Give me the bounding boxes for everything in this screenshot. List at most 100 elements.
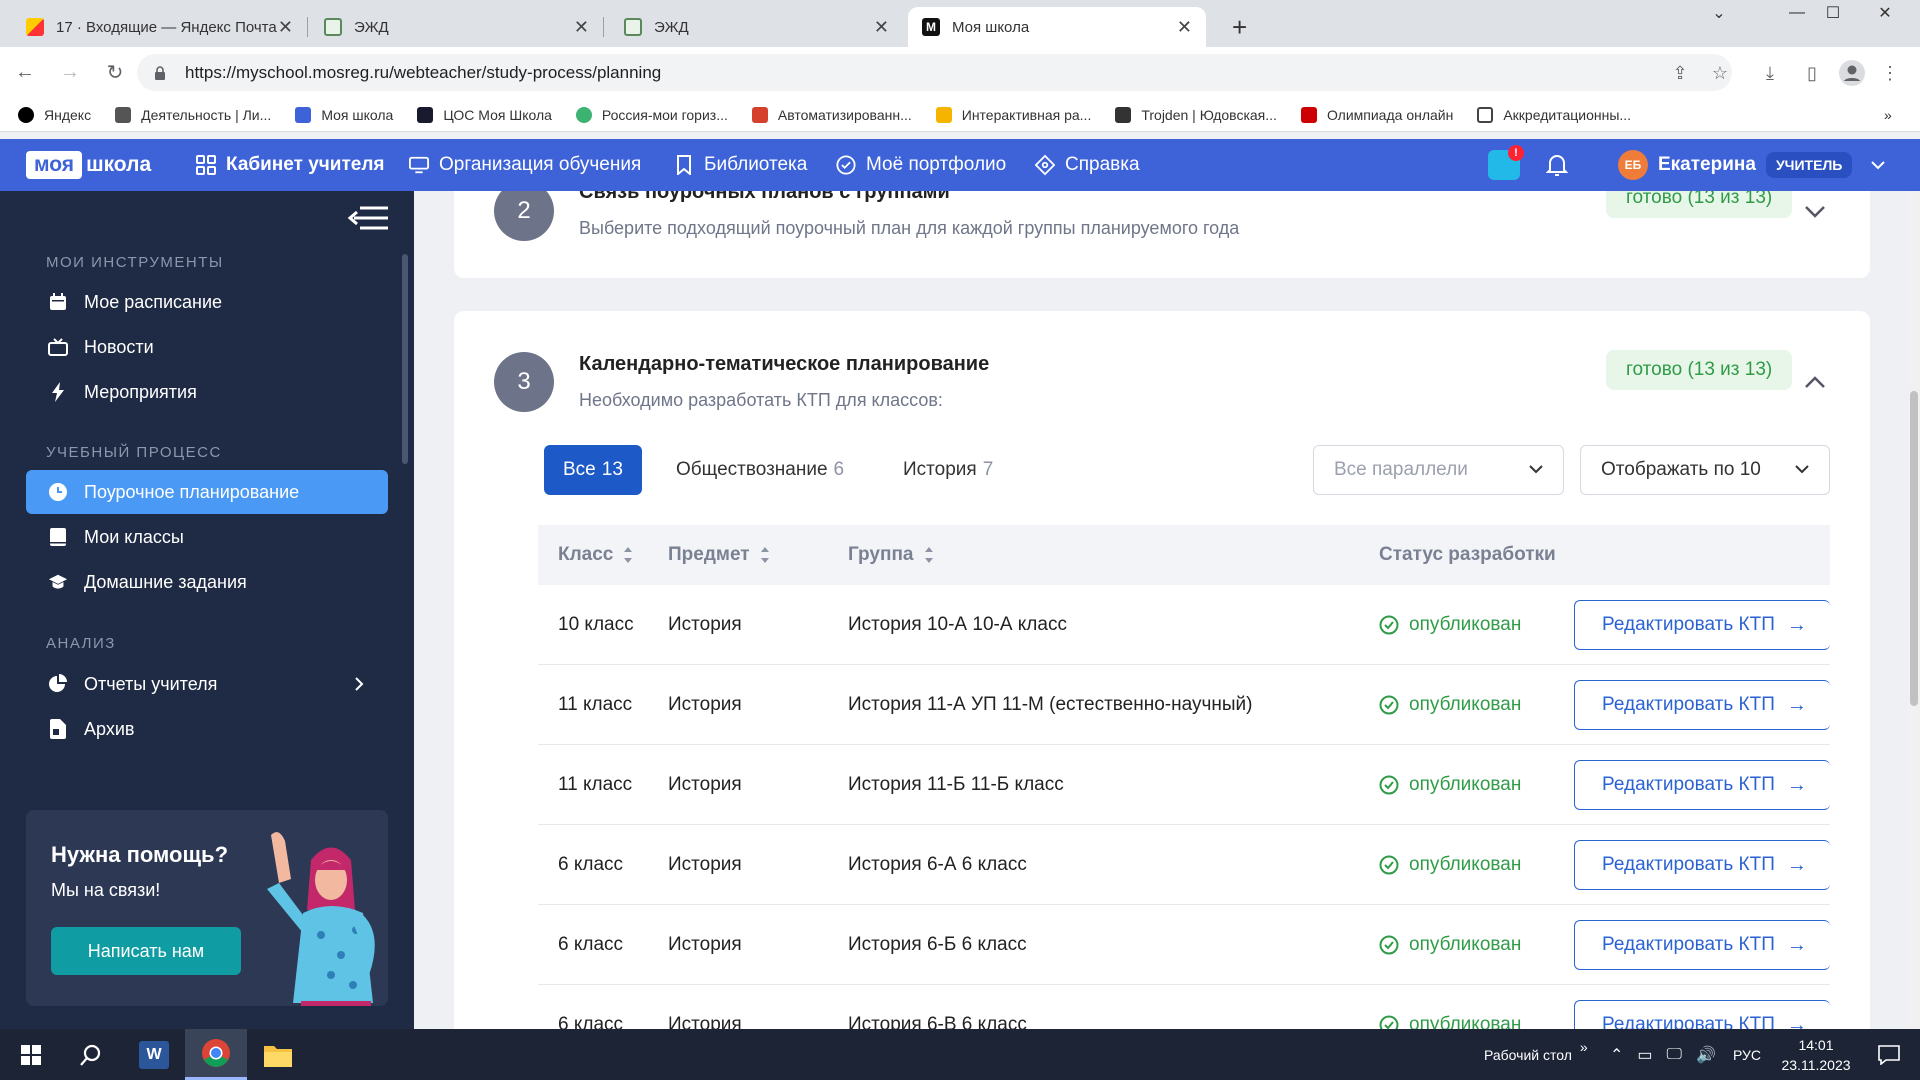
edit-ktp-button[interactable]: Редактировать КТП →: [1574, 1000, 1830, 1029]
sidebar-item-events[interactable]: Мероприятия: [26, 370, 388, 414]
bookmark-item[interactable]: Интерактивная ра...: [935, 106, 1091, 123]
star-icon[interactable]: ☆: [1702, 55, 1738, 91]
bookmark-item[interactable]: Моя школа: [295, 106, 393, 123]
chevron-up-icon[interactable]: ⌃: [1610, 1045, 1623, 1065]
close-tab-icon[interactable]: ✕: [1177, 17, 1192, 38]
help-text: Мы на связи!: [51, 880, 161, 900]
sidebar-item-lesson-planning[interactable]: Поурочное планирование: [26, 470, 388, 514]
page-scrollbar[interactable]: [1908, 191, 1920, 1029]
scrollbar-thumb[interactable]: [1910, 391, 1918, 706]
column-label: Статус разработки: [1379, 544, 1556, 565]
close-window-icon[interactable]: ✕: [1862, 0, 1908, 26]
write-us-button[interactable]: Написать нам: [51, 927, 241, 975]
tv-icon: [48, 337, 68, 357]
back-arrow-icon[interactable]: ←: [5, 53, 45, 93]
forward-arrow-icon[interactable]: →: [50, 53, 90, 93]
bookmark-item[interactable]: Trojden | Юдовская...: [1115, 106, 1277, 123]
step-title: Календарно-тематическое планирование: [579, 353, 990, 375]
nav-organization[interactable]: Организация обучения: [409, 139, 641, 191]
edit-ktp-button[interactable]: Редактировать КТП →: [1574, 680, 1830, 730]
reload-icon[interactable]: ↻: [95, 53, 135, 93]
bookmark-item[interactable]: Аккредитационны...: [1477, 106, 1631, 123]
search-icon[interactable]: [60, 1029, 122, 1080]
profile-icon[interactable]: [1834, 55, 1870, 91]
word-app-icon[interactable]: W: [123, 1029, 185, 1080]
check-circle-icon: [1379, 695, 1399, 715]
file-explorer-icon[interactable]: [247, 1029, 309, 1080]
browser-tab-myschool[interactable]: M Моя школа ✕: [908, 7, 1206, 47]
bookmark-item[interactable]: Деятельность | Ли...: [115, 106, 272, 123]
page-size-select[interactable]: Отображать по 10: [1580, 445, 1830, 495]
more-bookmarks-icon[interactable]: »: [1884, 107, 1892, 123]
cell-subject: История: [668, 774, 742, 795]
network-icon[interactable]: 🖵: [1667, 1046, 1682, 1064]
nav-portfolio[interactable]: Моё портфолио: [836, 139, 1006, 191]
bookmark-item[interactable]: Олимпиада онлайн: [1300, 106, 1453, 123]
sidebar-item-schedule[interactable]: Мое расписание: [26, 280, 388, 324]
url-input[interactable]: https://myschool.mosreg.ru/webteacher/st…: [137, 54, 1732, 91]
bookmark-item[interactable]: Яндекс: [18, 106, 91, 123]
sidebar-item-archive[interactable]: Архив: [26, 707, 388, 751]
sidebar-item-homework[interactable]: Домашние задания: [26, 560, 388, 604]
sidebar-item-news[interactable]: Новости: [26, 325, 388, 369]
chevron-down-icon: [1529, 465, 1543, 474]
edit-ktp-button[interactable]: Редактировать КТП →: [1574, 920, 1830, 970]
bookmark-item[interactable]: Автоматизированн...: [751, 106, 912, 123]
language-indicator[interactable]: РУС: [1733, 1029, 1761, 1080]
lightning-icon: [48, 382, 68, 402]
bookmark-label: Деятельность | Ли...: [141, 106, 272, 123]
chat-button[interactable]: !: [1488, 139, 1524, 191]
bookmark-item[interactable]: ЦОС Моя Школа: [417, 106, 552, 123]
nav-help[interactable]: Справка: [1035, 139, 1140, 191]
share-icon[interactable]: ⇪: [1662, 55, 1698, 91]
edit-ktp-button[interactable]: Редактировать КТП →: [1574, 760, 1830, 810]
bell-icon: [1546, 155, 1568, 176]
chevron-up-icon[interactable]: [1804, 375, 1826, 389]
maximize-icon[interactable]: ☐: [1810, 0, 1856, 26]
windows-start-icon[interactable]: [0, 1029, 62, 1080]
nav-label: Библиотека: [704, 154, 808, 175]
download-icon[interactable]: ⤓: [1752, 55, 1788, 91]
bell-button[interactable]: [1546, 139, 1568, 191]
collapse-menu-icon[interactable]: [346, 203, 390, 233]
chevron-down-icon[interactable]: [1804, 205, 1826, 219]
edit-ktp-button[interactable]: Редактировать КТП →: [1574, 600, 1830, 650]
sidebar-item-my-classes[interactable]: Мои классы: [26, 515, 388, 559]
sidebar-scrollbar[interactable]: [402, 254, 408, 464]
filter-tab-social-studies[interactable]: Обществознание 6: [676, 445, 844, 495]
edit-ktp-button[interactable]: Редактировать КТП →: [1574, 840, 1830, 890]
notifications-icon[interactable]: [1858, 1029, 1920, 1080]
clock[interactable]: 14:01 23.11.2023: [1776, 1029, 1856, 1080]
myschool-logo[interactable]: моя школа: [26, 151, 151, 179]
close-tab-icon[interactable]: ✕: [874, 17, 889, 38]
status-badge: готово (13 из 13): [1606, 350, 1793, 390]
parallels-select[interactable]: Все параллели: [1313, 445, 1564, 495]
browser-tab-yandex-mail[interactable]: 17 · Входящие — Яндекс Почта ✕: [12, 7, 308, 47]
browser-tab-ezhd-1[interactable]: ЭЖД ✕: [310, 7, 604, 47]
volume-icon[interactable]: 🔊: [1696, 1045, 1716, 1065]
filter-tab-all[interactable]: Все 13: [544, 445, 642, 495]
column-header-subject[interactable]: Предмет: [668, 525, 770, 585]
new-tab-button[interactable]: +: [1218, 7, 1261, 47]
status-text: опубликован: [1409, 1014, 1522, 1029]
column-header-group[interactable]: Группа: [848, 525, 934, 585]
desktop-toolbar[interactable]: Рабочий стол »: [1484, 1029, 1588, 1080]
bookmark-item[interactable]: Россия-мои гориз...: [575, 106, 728, 123]
user-menu[interactable]: ЕБ Екатерина УЧИТЕЛЬ: [1618, 139, 1886, 191]
tab-search-icon[interactable]: ⌄: [1696, 0, 1742, 26]
table-row: 10 класс История История 10-А 10-А класс…: [538, 585, 1830, 665]
browser-tab-ezhd-2[interactable]: ЭЖД ✕: [610, 7, 903, 47]
sidebar-item-reports[interactable]: Отчеты учителя: [26, 662, 388, 706]
side-panel-icon[interactable]: ▯: [1794, 55, 1830, 91]
nav-library[interactable]: Библиотека: [674, 139, 807, 191]
battery-icon[interactable]: ▭: [1637, 1045, 1652, 1065]
column-header-class[interactable]: Класс: [558, 525, 633, 585]
document-icon: [324, 18, 342, 36]
filter-tab-history[interactable]: История 7: [903, 445, 993, 495]
chrome-app-icon[interactable]: [185, 1029, 247, 1080]
close-tab-icon[interactable]: ✕: [574, 17, 589, 38]
menu-dots-icon[interactable]: ⋮: [1872, 55, 1908, 91]
close-tab-icon[interactable]: ✕: [278, 17, 293, 38]
cell-status: опубликован: [1379, 585, 1521, 665]
nav-teacher-cabinet[interactable]: Кабинет учителя: [196, 139, 385, 191]
